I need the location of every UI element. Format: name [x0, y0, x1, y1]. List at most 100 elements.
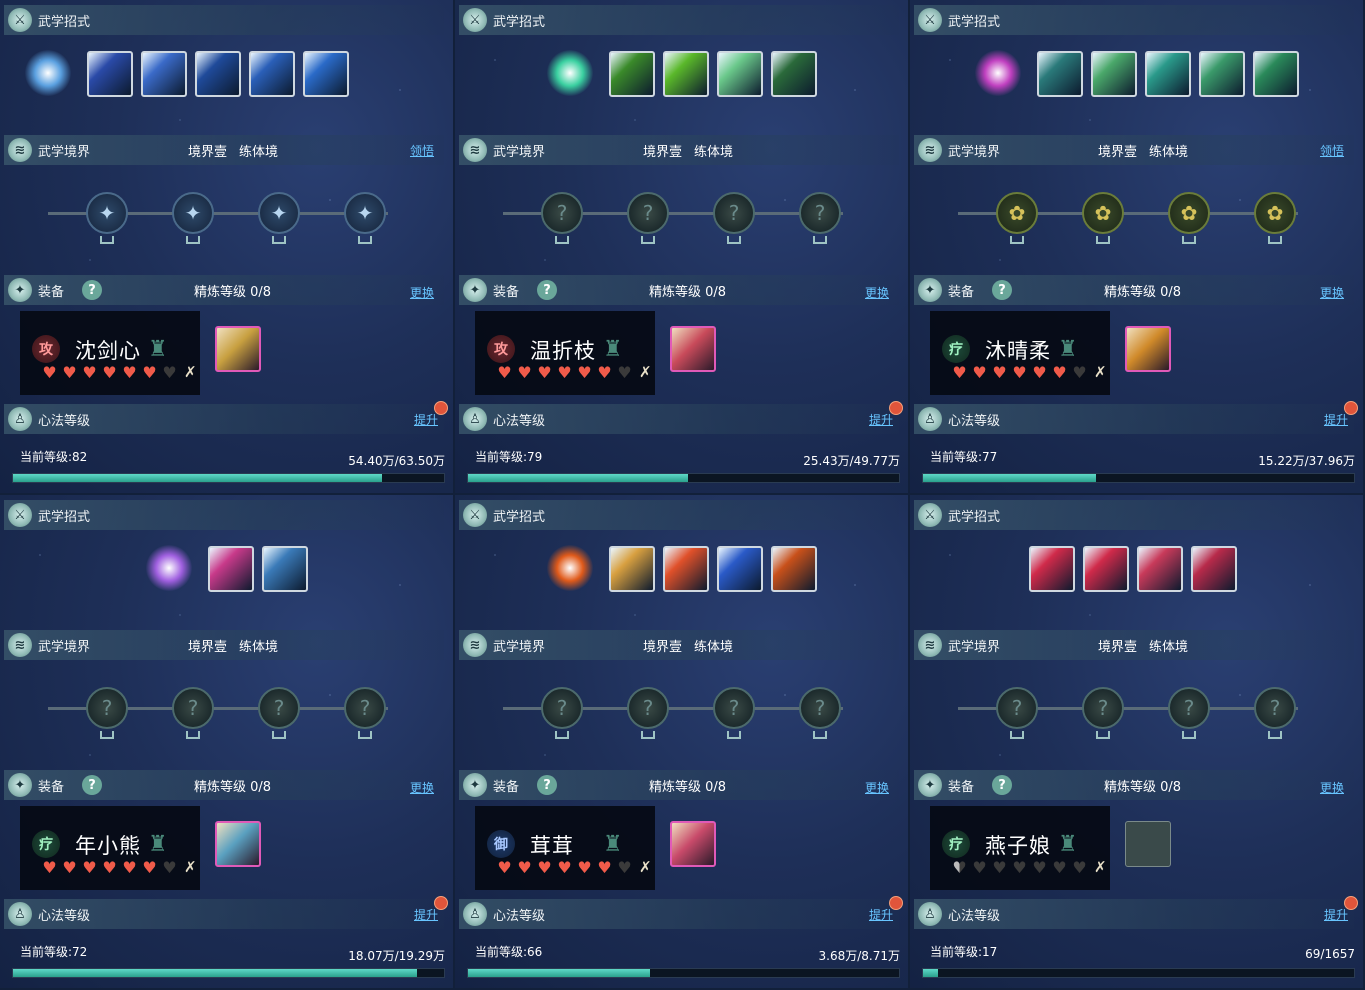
- upgrade-link[interactable]: 提升: [414, 411, 438, 428]
- skill-icon[interactable]: [1082, 546, 1129, 592]
- realm-node-icon[interactable]: ?: [541, 192, 583, 234]
- realm-node-icon[interactable]: ?: [713, 687, 755, 729]
- heart-icon: ♥: [557, 363, 572, 382]
- skill-icon[interactable]: [86, 51, 133, 97]
- comprehend-link[interactable]: 领悟: [1320, 142, 1344, 159]
- equipment-slot[interactable]: [670, 326, 716, 372]
- realm-node-icon[interactable]: ✦: [172, 192, 214, 234]
- heart-icon: ♥: [1012, 858, 1027, 877]
- swap-link[interactable]: 更换: [865, 284, 889, 301]
- skill-icon[interactable]: [261, 546, 308, 592]
- skill-icon[interactable]: [1090, 51, 1137, 97]
- realm-title: 武学境界: [948, 639, 1001, 655]
- companion-card[interactable]: 疗燕子娘 ♜ ♥ ♥ ♥ ♥ ♥ ♥ ♥ ✗: [930, 806, 1110, 890]
- realm-node-icon[interactable]: ?: [172, 687, 214, 729]
- character-panel: ⚔ 武学招式 ≋ 武学境界 境界壹 练体境 领悟 ✿ ✿ ✿ ✿ ✦ 装备? 精炼等级 0/8 更换疗沐晴柔…: [910, 0, 1363, 493]
- companion-card[interactable]: 攻温折枝 ♜ ♥ ♥ ♥ ♥ ♥ ♥ ♥ ✗: [475, 311, 655, 395]
- realm-node-icon[interactable]: ✿: [1082, 192, 1124, 234]
- companion-name: 沐晴柔: [985, 339, 1051, 363]
- help-icon[interactable]: ?: [537, 775, 558, 795]
- skill-icon[interactable]: [1144, 51, 1191, 97]
- realm-icon: ≋: [8, 633, 32, 657]
- help-icon[interactable]: ?: [992, 775, 1013, 795]
- realm-node-icon[interactable]: ✿: [996, 192, 1038, 234]
- skill-icon[interactable]: [194, 51, 241, 97]
- help-icon[interactable]: ?: [992, 280, 1013, 300]
- skill-icon[interactable]: [302, 51, 349, 97]
- realm-node-icon[interactable]: ?: [627, 192, 669, 234]
- comprehend-link[interactable]: 领悟: [410, 142, 434, 159]
- realm-node-icon[interactable]: ?: [627, 687, 669, 729]
- role-badge: 疗: [942, 335, 970, 363]
- companion-card[interactable]: 疗年小熊 ♜ ♥ ♥ ♥ ♥ ♥ ♥ ♥ ✗: [20, 806, 200, 890]
- companion-card[interactable]: 疗沐晴柔 ♜ ♥ ♥ ♥ ♥ ♥ ♥ ♥ ✗: [930, 311, 1110, 395]
- weapon-icon: ✗: [184, 363, 197, 381]
- heart-icon: ♥: [950, 858, 969, 877]
- realm-node-icon[interactable]: ✦: [258, 192, 300, 234]
- skill-icon[interactable]: [770, 51, 817, 97]
- equipment-slot[interactable]: [1125, 821, 1171, 867]
- realm-node-icon[interactable]: ?: [1254, 687, 1296, 729]
- realm-node-icon[interactable]: ?: [1082, 687, 1124, 729]
- realm-node-icon[interactable]: ?: [799, 687, 841, 729]
- upgrade-link[interactable]: 提升: [414, 906, 438, 923]
- swap-link[interactable]: 更换: [1320, 779, 1344, 796]
- skill-icon[interactable]: [1198, 51, 1245, 97]
- equip-title: 装备: [38, 779, 65, 795]
- realm-node-icon[interactable]: ?: [713, 192, 755, 234]
- realm-node-icon[interactable]: ?: [541, 687, 583, 729]
- weapon-icon: ✗: [1094, 363, 1107, 381]
- realm-node-icon[interactable]: ?: [258, 687, 300, 729]
- xinfa-title: 心法等级: [38, 413, 91, 429]
- help-icon[interactable]: ?: [82, 280, 103, 300]
- swap-link[interactable]: 更换: [865, 779, 889, 796]
- swap-link[interactable]: 更换: [410, 284, 434, 301]
- companion-card[interactable]: 攻沈剑心 ♜ ♥ ♥ ♥ ♥ ♥ ♥ ♥ ✗: [20, 311, 200, 395]
- skill-icon[interactable]: [1036, 51, 1083, 97]
- equipment-slot[interactable]: [1125, 326, 1171, 372]
- upgrade-link[interactable]: 提升: [869, 411, 893, 428]
- skill-icon[interactable]: [716, 546, 763, 592]
- realm-node-icon[interactable]: ✿: [1168, 192, 1210, 234]
- skill-icon[interactable]: [716, 51, 763, 97]
- realm-node-icon[interactable]: ?: [799, 192, 841, 234]
- skill-icon[interactable]: [1252, 51, 1299, 97]
- upgrade-link[interactable]: 提升: [869, 906, 893, 923]
- realm-node-icon[interactable]: ?: [996, 687, 1038, 729]
- skill-icon[interactable]: [207, 546, 254, 592]
- skill-icon[interactable]: [1136, 546, 1183, 592]
- realm-header: ≋ 武学境界 境界壹 练体境: [914, 630, 1354, 660]
- skill-icon[interactable]: [140, 51, 187, 97]
- swap-link[interactable]: 更换: [410, 779, 434, 796]
- meditation-icon: ♙: [918, 407, 942, 431]
- realm-node-icon[interactable]: ?: [1168, 687, 1210, 729]
- realm-node-icon[interactable]: ✿: [1254, 192, 1296, 234]
- swap-link[interactable]: 更换: [1320, 284, 1344, 301]
- realm-tier: 境界壹: [1098, 639, 1138, 655]
- equipment-slot[interactable]: [215, 821, 261, 867]
- node-slot-marker: [186, 236, 200, 244]
- equip-icon: ✦: [463, 278, 487, 302]
- exp-progress-bar: [922, 968, 1355, 978]
- realm-node-icon[interactable]: ?: [344, 687, 386, 729]
- realm-node-icon[interactable]: ✦: [86, 192, 128, 234]
- companion-card[interactable]: 御茸茸 ♜ ♥ ♥ ♥ ♥ ♥ ♥ ♥ ✗: [475, 806, 655, 890]
- equipment-slot[interactable]: [670, 821, 716, 867]
- skills-row: [455, 48, 908, 102]
- skill-icon[interactable]: [662, 51, 709, 97]
- skill-icon[interactable]: [662, 546, 709, 592]
- node-slot-marker: [186, 731, 200, 739]
- equipment-slot[interactable]: [215, 326, 261, 372]
- realm-node-icon[interactable]: ?: [86, 687, 128, 729]
- skill-icon[interactable]: [1190, 546, 1237, 592]
- help-icon[interactable]: ?: [537, 280, 558, 300]
- upgrade-link[interactable]: 提升: [1324, 906, 1348, 923]
- upgrade-link[interactable]: 提升: [1324, 411, 1348, 428]
- skill-icon[interactable]: [770, 546, 817, 592]
- skill-icon[interactable]: [608, 51, 655, 97]
- help-icon[interactable]: ?: [82, 775, 103, 795]
- realm-node-icon[interactable]: ✦: [344, 192, 386, 234]
- skill-icon[interactable]: [248, 51, 295, 97]
- skill-icon[interactable]: [1028, 546, 1075, 592]
- skill-icon[interactable]: [608, 546, 655, 592]
